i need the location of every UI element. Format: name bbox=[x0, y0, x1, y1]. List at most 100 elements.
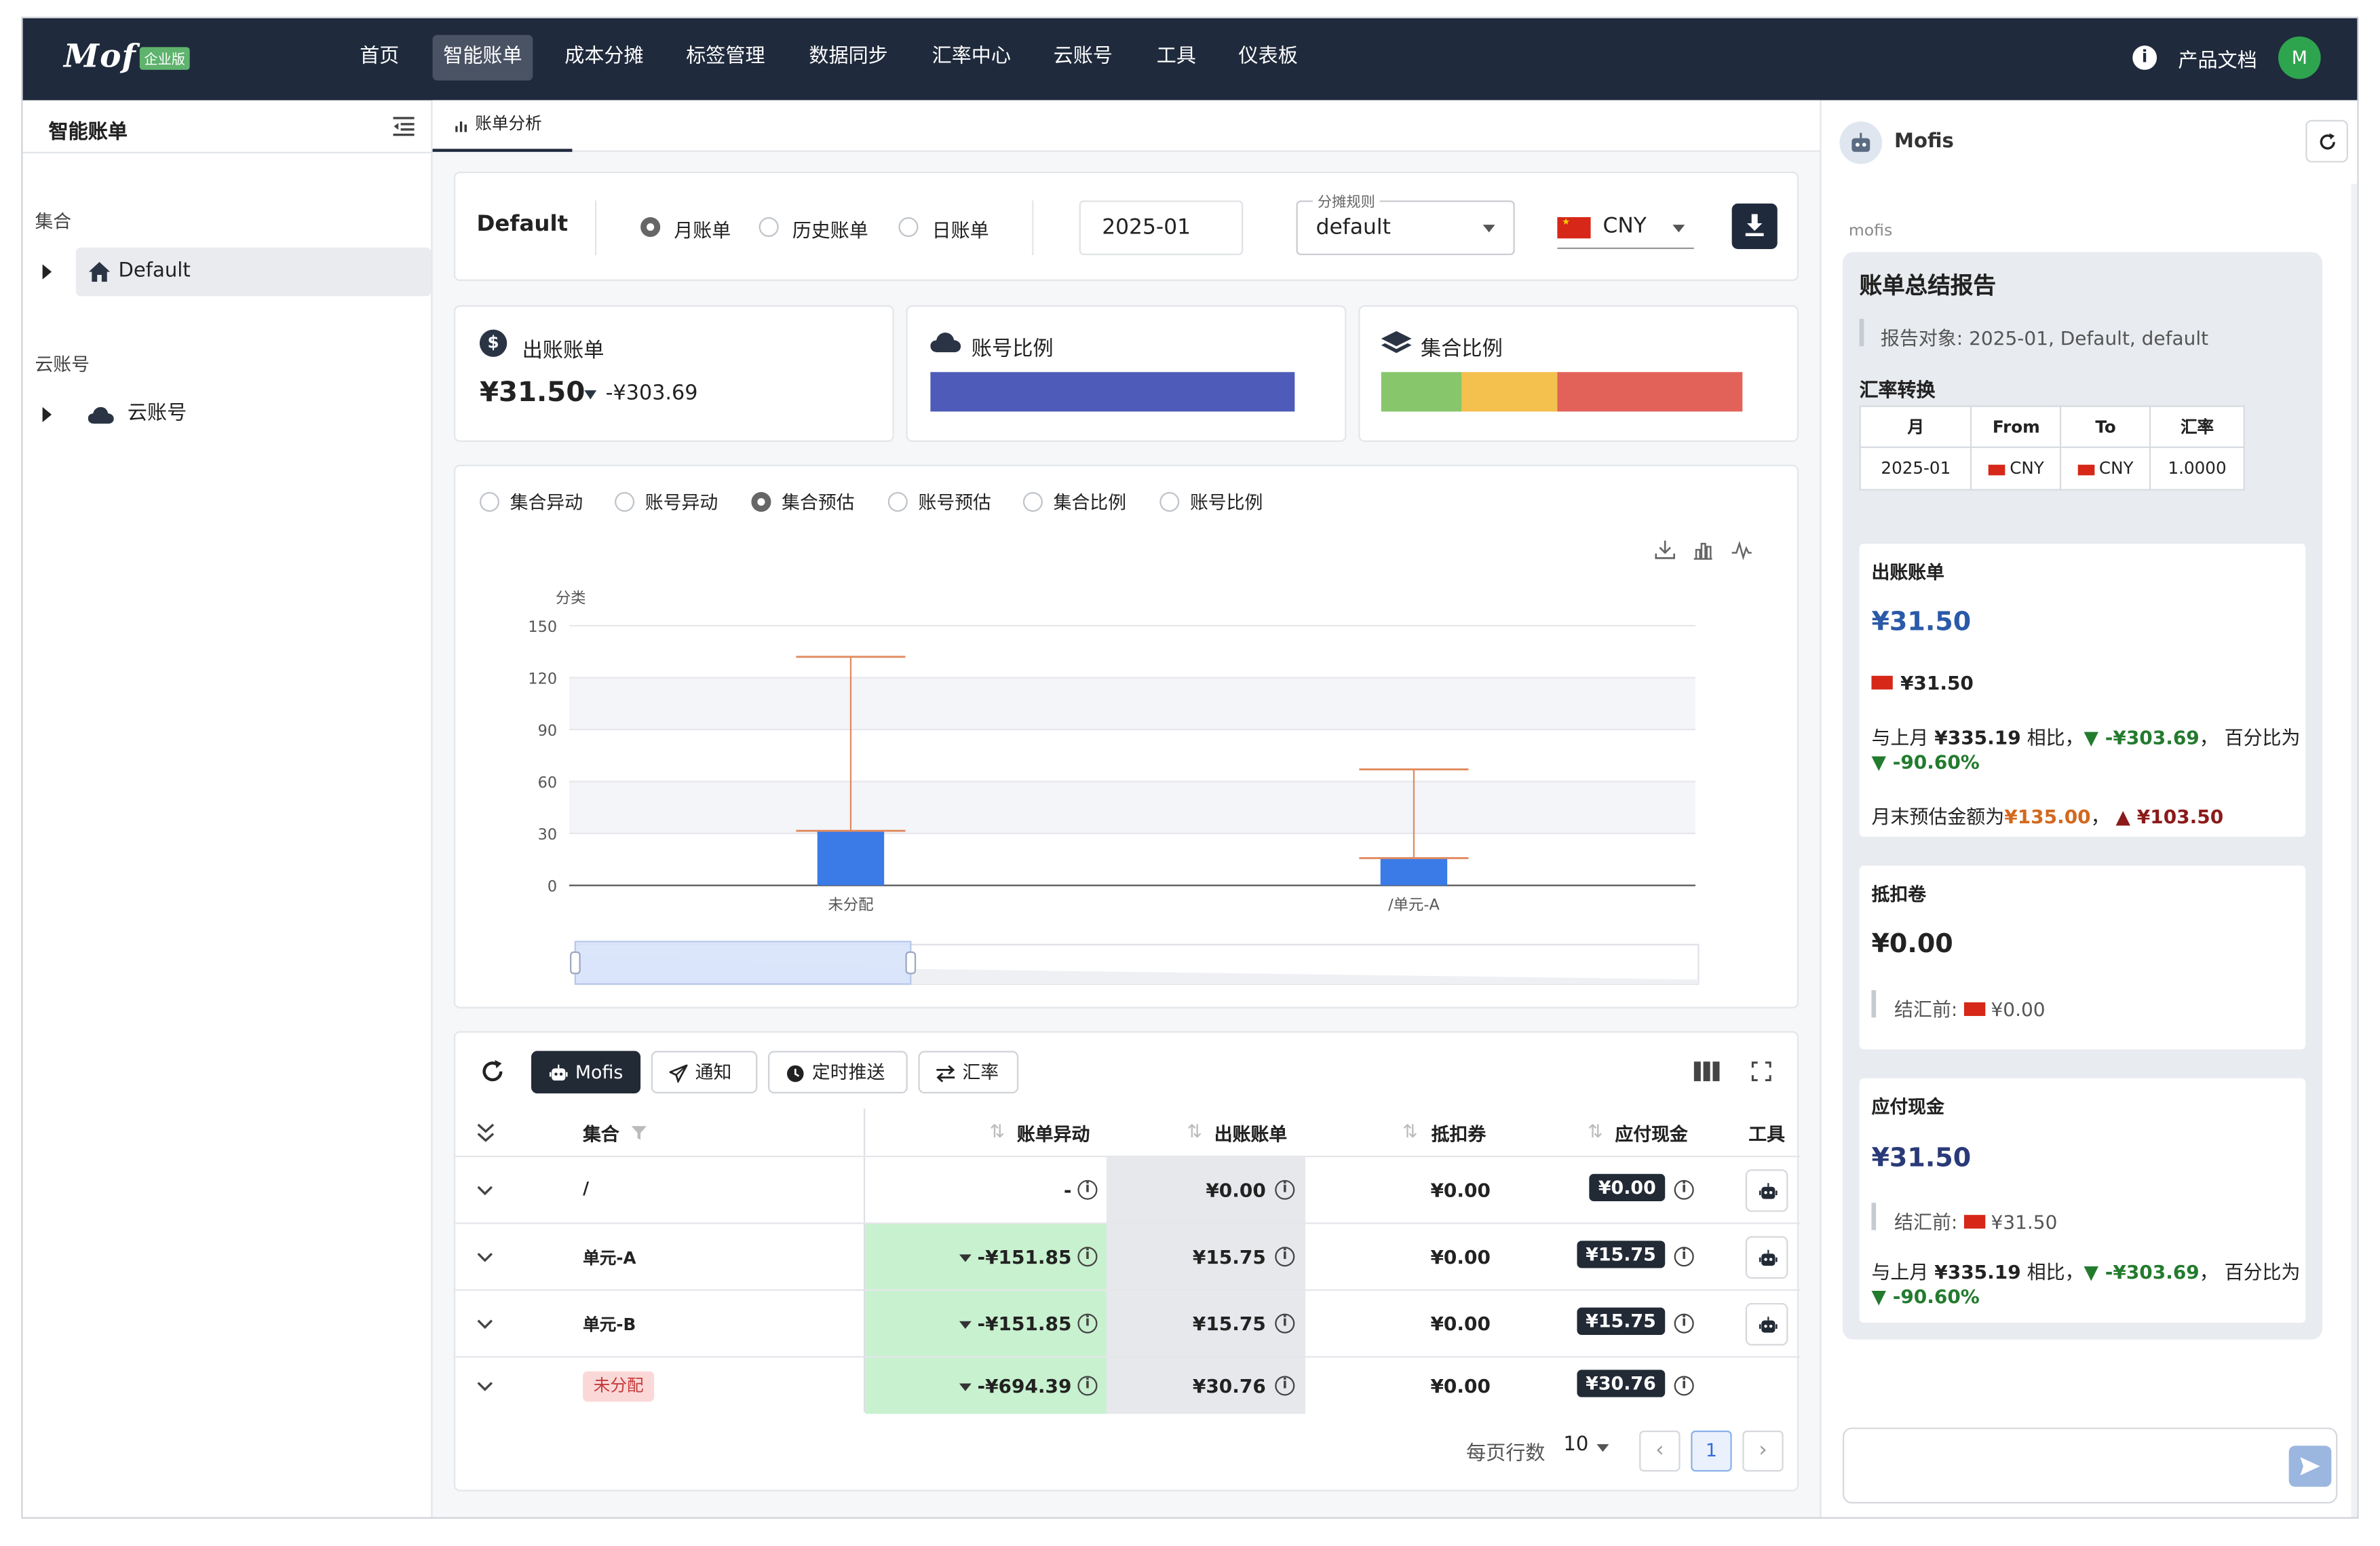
chevron-down-icon[interactable] bbox=[476, 1184, 493, 1196]
zoom-slider-handle[interactable] bbox=[905, 951, 917, 975]
account-ratio-title: 账号比例 bbox=[971, 337, 1054, 362]
fullscreen-icon[interactable] bbox=[1751, 1061, 1771, 1082]
table-row[interactable]: / - i ¥0.00 i ¥0.00 ¥0.00 i bbox=[455, 1155, 1801, 1224]
radio-history[interactable] bbox=[759, 216, 779, 238]
rows-per-page-select[interactable]: 10 bbox=[1563, 1433, 1615, 1464]
info-icon[interactable]: i bbox=[1077, 1375, 1098, 1395]
caret-right-icon[interactable] bbox=[42, 407, 52, 423]
zoom-slider-handle[interactable] bbox=[570, 951, 581, 975]
info-icon[interactable]: i bbox=[1674, 1375, 1694, 1395]
column-header-change[interactable]: 账单异动 bbox=[1017, 1120, 1090, 1146]
info-icon[interactable]: i bbox=[2132, 45, 2157, 70]
row-mofis-button[interactable] bbox=[1745, 1236, 1788, 1279]
collection-ratio-segment[interactable] bbox=[1557, 372, 1743, 412]
info-icon[interactable]: i bbox=[1077, 1180, 1098, 1200]
nav-item-tag-management[interactable]: 标签管理 bbox=[676, 35, 776, 80]
exchange-rate-button[interactable]: 汇率 bbox=[918, 1051, 1019, 1094]
info-icon[interactable]: i bbox=[1674, 1247, 1694, 1267]
column-header-cash[interactable]: 应付现金 bbox=[1615, 1120, 1687, 1146]
sort-icon[interactable]: ⇅ bbox=[1402, 1120, 1418, 1142]
refresh-icon[interactable] bbox=[480, 1059, 505, 1085]
account-ratio-bar[interactable] bbox=[930, 372, 1295, 412]
column-header-collection[interactable]: 集合 bbox=[583, 1120, 619, 1146]
y-tick-label: 120 bbox=[528, 670, 557, 687]
column-header-bill[interactable]: 出账账单 bbox=[1214, 1120, 1287, 1146]
chevron-down-icon[interactable] bbox=[476, 1318, 493, 1330]
collection-ratio-segment[interactable] bbox=[1461, 372, 1558, 412]
notify-button[interactable]: 通知 bbox=[651, 1051, 758, 1094]
nav-item-tools[interactable]: 工具 bbox=[1146, 35, 1207, 80]
send-icon bbox=[669, 1064, 688, 1083]
sort-icon[interactable]: ⇅ bbox=[990, 1120, 1005, 1142]
send-button[interactable] bbox=[2288, 1446, 2332, 1487]
chevron-down-icon[interactable] bbox=[476, 1251, 493, 1264]
info-icon[interactable]: i bbox=[1275, 1313, 1295, 1334]
info-icon[interactable]: i bbox=[1275, 1375, 1295, 1395]
collection-ratio-segment[interactable] bbox=[1381, 372, 1462, 412]
info-icon[interactable]: i bbox=[1275, 1247, 1295, 1267]
download-button[interactable] bbox=[1731, 203, 1778, 249]
info-icon[interactable]: i bbox=[1077, 1313, 1098, 1334]
next-page-button[interactable]: › bbox=[1742, 1430, 1784, 1472]
column-header-voucher[interactable]: 抵扣券 bbox=[1432, 1120, 1486, 1146]
table-row[interactable]: 单元-A -¥151.85 i ¥15.75 i ¥0.00 ¥15.75 i bbox=[455, 1222, 1801, 1292]
prev-page-button[interactable]: ‹ bbox=[1639, 1430, 1681, 1472]
sort-icon[interactable]: ⇅ bbox=[1187, 1120, 1202, 1142]
robot-icon bbox=[1759, 1183, 1778, 1199]
nav-item-home[interactable]: 首页 bbox=[349, 35, 410, 80]
mofis-button[interactable]: Mofis bbox=[531, 1051, 641, 1094]
month-picker[interactable]: 2025-01 bbox=[1079, 200, 1244, 255]
currency-select[interactable]: ★ CNY bbox=[1557, 204, 1694, 249]
sidebar-node-cloud[interactable]: 云账号 bbox=[76, 390, 431, 439]
expand-all-icon[interactable] bbox=[476, 1123, 495, 1144]
radio-monthly-label[interactable]: 月账单 bbox=[674, 214, 731, 244]
page-1-button[interactable]: 1 bbox=[1691, 1430, 1732, 1472]
filter-icon[interactable] bbox=[631, 1125, 647, 1140]
nav-item-cloud-account[interactable]: 云账号 bbox=[1043, 35, 1124, 80]
nav-item-smart-bill[interactable]: 智能账单 bbox=[432, 35, 533, 81]
radio-daily[interactable] bbox=[898, 216, 919, 238]
caret-right-icon[interactable] bbox=[42, 264, 52, 280]
chart-bar[interactable] bbox=[1380, 858, 1448, 886]
row-mofis-button[interactable] bbox=[1745, 1302, 1788, 1346]
zoom-slider-window[interactable] bbox=[574, 941, 912, 985]
table-row[interactable]: 未分配 -¥694.39 i ¥30.76 i ¥0.00 ¥30.76 i bbox=[455, 1356, 1801, 1414]
info-icon[interactable]: i bbox=[1275, 1180, 1295, 1200]
scheduled-push-button[interactable]: 定时推送 bbox=[768, 1051, 908, 1094]
user-avatar[interactable]: M bbox=[2278, 36, 2321, 79]
chevron-down-icon[interactable] bbox=[476, 1380, 493, 1392]
china-flag-icon bbox=[1988, 464, 2005, 475]
nav-item-dashboard[interactable]: 仪表板 bbox=[1228, 35, 1309, 80]
radio-history-label[interactable]: 历史账单 bbox=[792, 214, 868, 244]
scrollbar-track[interactable] bbox=[2351, 183, 2358, 1517]
table-row[interactable]: 单元-B -¥151.85 i ¥15.75 i ¥0.00 ¥15.75 i bbox=[455, 1289, 1801, 1358]
report-cash-card: 应付现金 ¥31.50 结汇前: ¥31.50 与上月 ¥335.19 相比，▼… bbox=[1859, 1078, 2306, 1323]
sidebar-node-default[interactable]: Default bbox=[75, 247, 431, 297]
info-icon[interactable]: i bbox=[1674, 1180, 1694, 1200]
tab-bar: 账单分析 bbox=[432, 100, 1820, 152]
assistant-refresh-button[interactable] bbox=[2305, 119, 2348, 163]
row-collection-name: 单元-A bbox=[583, 1248, 636, 1268]
docs-link[interactable]: 产品文档 bbox=[2178, 44, 2257, 73]
info-icon[interactable]: i bbox=[1077, 1247, 1098, 1267]
radio-daily-label[interactable]: 日账单 bbox=[932, 214, 989, 244]
nav-item-data-sync[interactable]: 数据同步 bbox=[799, 35, 899, 80]
collapse-menu-icon[interactable] bbox=[393, 115, 415, 136]
allocation-rule-select[interactable]: 分摊规则 default bbox=[1296, 189, 1515, 255]
nav-item-exchange-rate[interactable]: 汇率中心 bbox=[921, 35, 1022, 80]
sort-icon[interactable]: ⇅ bbox=[1588, 1120, 1603, 1142]
info-icon[interactable]: i bbox=[1674, 1313, 1694, 1334]
report-voucher-pre: 结汇前: ¥0.00 bbox=[1894, 993, 2046, 1022]
chat-input[interactable] bbox=[1842, 1427, 2338, 1504]
nav-item-cost-allocation[interactable]: 成本分摊 bbox=[554, 35, 655, 80]
columns-icon[interactable] bbox=[1693, 1061, 1720, 1082]
radio-monthly[interactable] bbox=[640, 216, 661, 238]
app-logo[interactable]: Mof bbox=[64, 37, 136, 75]
cmp-mid: 相比， bbox=[2027, 1260, 2084, 1283]
pre-value: ¥0.00 bbox=[1991, 998, 2046, 1021]
chart-bar[interactable] bbox=[817, 831, 885, 886]
tab-bill-analysis[interactable]: 账单分析 bbox=[432, 100, 573, 152]
row-mofis-button[interactable] bbox=[1745, 1169, 1788, 1212]
cmp-mid: 相比， bbox=[2027, 725, 2084, 749]
row-bill-value: ¥15.75 bbox=[1192, 1312, 1266, 1335]
